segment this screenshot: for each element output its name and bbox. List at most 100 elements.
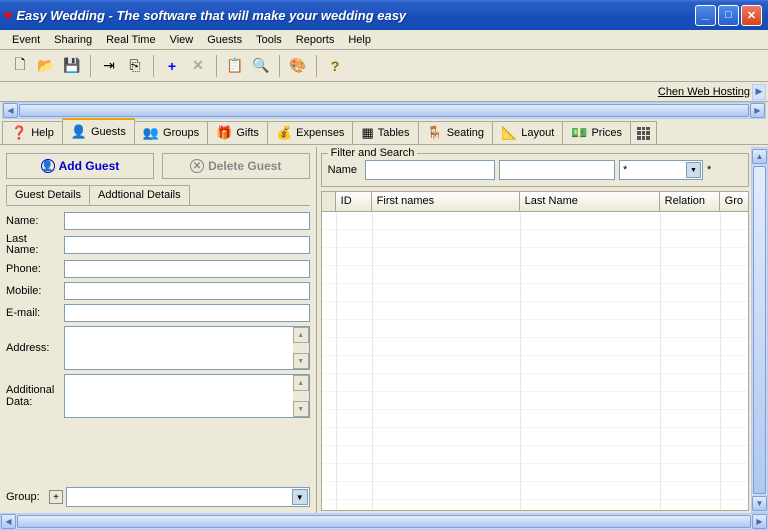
save-icon[interactable]: 💾 bbox=[60, 54, 84, 78]
email-input[interactable] bbox=[64, 304, 310, 322]
export-icon[interactable]: ⎘ bbox=[123, 54, 147, 78]
phone-input[interactable] bbox=[64, 260, 310, 278]
minimize-button[interactable]: _ bbox=[695, 5, 716, 26]
tab-label: Expenses bbox=[296, 127, 344, 139]
col-id[interactable]: ID bbox=[336, 192, 372, 211]
grid-header: ID First names Last Name Relation Gro bbox=[322, 192, 748, 212]
new-icon[interactable]: 🗋 bbox=[8, 54, 32, 78]
filter-extra-input[interactable] bbox=[499, 160, 615, 180]
scrollbar-thumb[interactable] bbox=[753, 166, 766, 494]
table-icon: ▦ bbox=[361, 125, 373, 141]
menu-realtime[interactable]: Real Time bbox=[100, 32, 162, 48]
address-input[interactable]: ▲▼ bbox=[64, 326, 310, 370]
scroll-left-icon[interactable]: ◀ bbox=[3, 103, 18, 118]
right-scrollbar[interactable]: ▲ ▼ bbox=[751, 147, 768, 513]
import-icon[interactable]: ⇥ bbox=[97, 54, 121, 78]
scroll-down-icon[interactable]: ▼ bbox=[293, 353, 309, 369]
tab-guests[interactable]: 👤Guests bbox=[62, 118, 135, 144]
tab-expenses[interactable]: 💰 Expenses bbox=[267, 121, 354, 144]
add-group-button[interactable]: + bbox=[49, 490, 63, 504]
additional-label: Additional Data: bbox=[6, 384, 60, 408]
col-group[interactable]: Gro bbox=[720, 192, 748, 211]
lastname-label: Last Name: bbox=[6, 234, 60, 256]
row-header-col[interactable] bbox=[322, 192, 336, 211]
tab-label: Guests bbox=[91, 126, 126, 138]
name-input[interactable] bbox=[64, 212, 310, 230]
filter-combo[interactable]: *▼ bbox=[619, 160, 703, 180]
tab-groups[interactable]: 👥Groups bbox=[134, 121, 208, 144]
menu-event[interactable]: Event bbox=[6, 32, 46, 48]
group-combo[interactable]: ▼ bbox=[66, 487, 310, 507]
filter-wildcard: * bbox=[707, 164, 721, 176]
delete-guest-button[interactable]: ✕ Delete Guest bbox=[162, 153, 310, 179]
bottom-scrollbar[interactable]: ◀ ▶ bbox=[0, 513, 768, 530]
tab-tables[interactable]: ▦ Tables bbox=[352, 121, 418, 144]
tab-grid[interactable] bbox=[630, 121, 657, 144]
menu-tools[interactable]: Tools bbox=[250, 32, 288, 48]
scroll-right-icon[interactable]: ▶ bbox=[750, 103, 765, 118]
scroll-up-icon[interactable]: ▲ bbox=[293, 327, 309, 343]
add-guest-button[interactable]: 👤 Add Guest bbox=[6, 153, 154, 179]
hosting-link[interactable]: Chen Web Hosting bbox=[658, 86, 750, 98]
menu-help[interactable]: Help bbox=[342, 32, 377, 48]
open-icon[interactable]: 📂 bbox=[34, 54, 58, 78]
theme-icon[interactable]: 🎨 bbox=[286, 54, 310, 78]
grid-body[interactable] bbox=[322, 212, 748, 510]
toolbar-separator bbox=[316, 55, 317, 77]
scroll-up-icon[interactable]: ▲ bbox=[293, 375, 309, 391]
scrollbar-thumb[interactable] bbox=[17, 515, 751, 528]
money-icon: 💰 bbox=[276, 125, 292, 141]
tab-seating[interactable]: 🪑Seating bbox=[418, 121, 494, 144]
help-icon[interactable]: ? bbox=[323, 54, 347, 78]
mobile-input[interactable] bbox=[64, 282, 310, 300]
tab-label: Tables bbox=[378, 127, 410, 139]
scrollbar-thumb[interactable] bbox=[19, 104, 749, 117]
additional-input[interactable]: ▲▼ bbox=[64, 374, 310, 418]
lastname-input[interactable] bbox=[64, 236, 310, 254]
group-icon: 👥 bbox=[143, 125, 159, 141]
add-icon[interactable]: + bbox=[160, 54, 184, 78]
delete-icon[interactable]: ✕ bbox=[186, 54, 210, 78]
mobile-label: Mobile: bbox=[6, 285, 60, 297]
chevron-down-icon[interactable]: ▼ bbox=[686, 162, 701, 178]
toolbar-separator bbox=[279, 55, 280, 77]
scroll-right-icon[interactable]: ▶ bbox=[752, 514, 767, 529]
tab-layout[interactable]: 📐Layout bbox=[492, 121, 563, 144]
email-label: E-mail: bbox=[6, 307, 60, 319]
col-lastname[interactable]: Last Name bbox=[520, 192, 660, 211]
subbar-scrollbar[interactable]: ◀ ▶ bbox=[2, 102, 766, 119]
tab-label: Gifts bbox=[236, 127, 259, 139]
scroll-down-icon[interactable]: ▼ bbox=[293, 401, 309, 417]
guests-grid[interactable]: ID First names Last Name Relation Gro bbox=[321, 191, 749, 511]
textarea-scrollbar[interactable]: ▲▼ bbox=[293, 327, 309, 369]
price-icon: 💵 bbox=[571, 125, 587, 141]
tab-additional-details[interactable]: Addtional Details bbox=[89, 185, 190, 205]
filter-name-input[interactable] bbox=[365, 160, 495, 180]
menu-guests[interactable]: Guests bbox=[201, 32, 248, 48]
tab-gifts[interactable]: 🎁Gifts bbox=[207, 121, 268, 144]
menu-sharing[interactable]: Sharing bbox=[48, 32, 98, 48]
titlebar: ♥ Easy Wedding - The software that will … bbox=[0, 0, 768, 30]
guest-list-panel: Filter and Search Name *▼ * ID First nam… bbox=[317, 147, 768, 513]
menu-view[interactable]: View bbox=[164, 32, 200, 48]
menu-reports[interactable]: Reports bbox=[290, 32, 341, 48]
col-relation[interactable]: Relation bbox=[660, 192, 720, 211]
close-button[interactable]: ✕ bbox=[741, 5, 762, 26]
menubar: Event Sharing Real Time View Guests Tool… bbox=[0, 30, 768, 50]
toolbar: 🗋 📂 💾 ⇥ ⎘ + ✕ 📋 🔍 🎨 ? bbox=[0, 50, 768, 82]
col-firstnames[interactable]: First names bbox=[372, 192, 520, 211]
content: 👤 Add Guest ✕ Delete Guest Guest Details… bbox=[0, 147, 768, 513]
tab-prices[interactable]: 💵Prices bbox=[562, 121, 631, 144]
chevron-down-icon[interactable]: ▼ bbox=[292, 489, 308, 505]
tab-help[interactable]: ❓Help bbox=[2, 121, 63, 144]
tab-guest-details[interactable]: Guest Details bbox=[6, 185, 90, 205]
scroll-down-icon[interactable]: ▼ bbox=[752, 496, 767, 511]
textarea-scrollbar[interactable]: ▲▼ bbox=[293, 375, 309, 417]
find-icon[interactable]: 🔍 bbox=[249, 54, 273, 78]
copy-icon[interactable]: 📋 bbox=[223, 54, 247, 78]
tab-label: Layout bbox=[521, 127, 554, 139]
scroll-right-icon[interactable]: ▶ bbox=[752, 84, 766, 100]
scroll-up-icon[interactable]: ▲ bbox=[752, 149, 767, 164]
maximize-button[interactable]: □ bbox=[718, 5, 739, 26]
scroll-left-icon[interactable]: ◀ bbox=[1, 514, 16, 529]
